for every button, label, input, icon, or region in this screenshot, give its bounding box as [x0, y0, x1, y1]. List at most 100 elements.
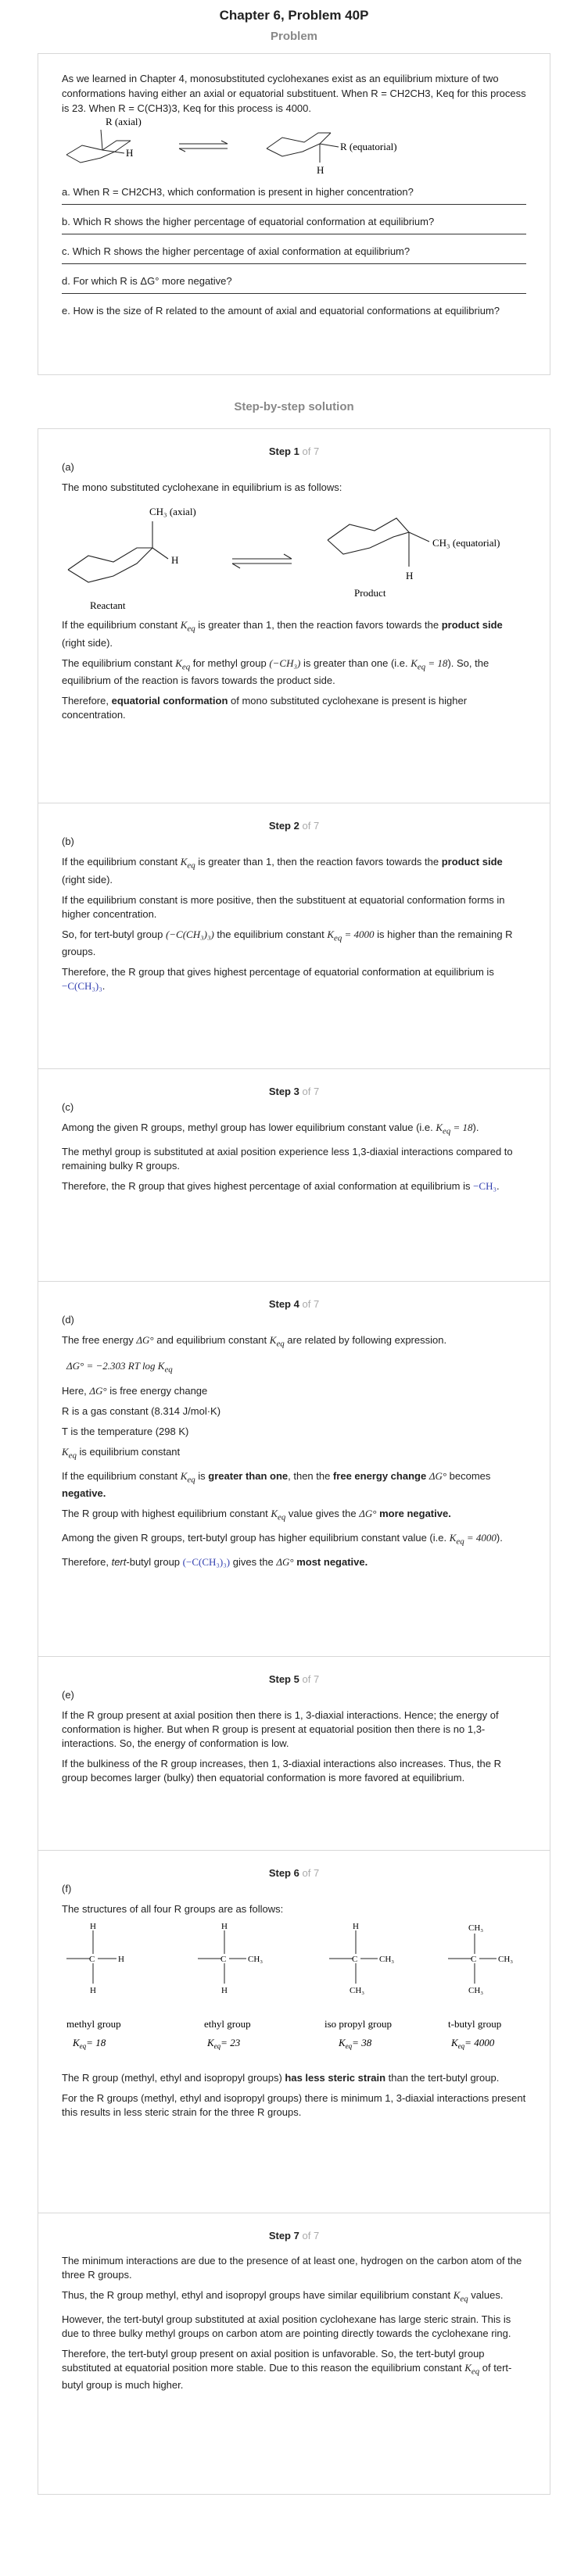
atom-c: C [352, 1955, 357, 1964]
step-text: If the bulkiness of the R group increase… [62, 1758, 501, 1784]
group-name: t-butyl group [448, 2018, 501, 2030]
step-text: The equilibrium constant Keq for methyl … [62, 657, 489, 687]
part-label: (d) [62, 1314, 74, 1326]
divider [62, 204, 526, 205]
step-text: Therefore, the R group that gives highes… [62, 966, 494, 993]
answer-value: −CH₃ [473, 1179, 497, 1192]
step-text: Among the given R groups, tert-butyl gro… [62, 1531, 503, 1547]
problem-intro: As we learned in Chapter 4, monosubstitu… [62, 73, 526, 114]
part-label: (e) [62, 1689, 74, 1701]
answer-value: −C(CH₃)₃ [62, 980, 102, 993]
equilibrium-figure: CH₃ (axial) H Reactant CH₃ (equatorial) … [67, 506, 500, 611]
group-k: Keq= 4000 [450, 2037, 495, 2050]
equation: ΔG° = −2.303 RT log Keq [66, 1359, 173, 1375]
step-2: Step 2 of 7 (b) If the equilibrium const… [38, 803, 550, 1068]
step-header: Step 1 of 7 [268, 445, 320, 457]
step-text: Therefore, tert-butyl group (−C(CH₃)₃) g… [62, 1555, 368, 1568]
fig-r-axial: R (axial) [106, 117, 142, 127]
fig-reactant: Reactant [90, 599, 126, 611]
atom-ch3: CH₃ [379, 1955, 394, 1964]
atom-h: H [221, 1986, 228, 1995]
step-text: Here, ΔG° is free energy change [62, 1385, 208, 1397]
fig-product: Product [354, 587, 386, 599]
group-k: Keq= 38 [338, 2037, 372, 2050]
divider [62, 263, 526, 264]
step-text: Keq is equilibrium constant [62, 1446, 181, 1461]
atom-h: H [221, 1923, 228, 1931]
step-text: If the equilibrium constant Keq is great… [62, 1469, 491, 1500]
fig-ch3-axial: CH₃ (axial) [149, 506, 196, 517]
group-name: ethyl group [204, 2018, 251, 2030]
step-header: Step 3 of 7 [268, 1086, 320, 1097]
fig-h: H [171, 554, 178, 566]
fig-h-left: H [126, 147, 133, 159]
group-name: methyl group [66, 2018, 121, 2030]
step-text: If the R group present at axial position… [62, 1709, 499, 1749]
part-label: (a) [62, 461, 74, 473]
step-5: Step 5 of 7 (e) If the R group present a… [38, 1656, 550, 1850]
step-text: Among the given R groups, methyl group h… [62, 1122, 479, 1136]
step-text: The methyl group is substituted at axial… [62, 1145, 513, 1172]
step-text: The structures of all four R groups are … [62, 1903, 284, 1915]
problem-heading: Problem [270, 30, 317, 43]
solution-card: Step 1 of 7 (a) The mono substituted cyc… [38, 428, 550, 2495]
group-k: Keq= 18 [72, 2037, 106, 2050]
question-a: a. When R = CH2CH3, which conformation i… [62, 186, 414, 198]
atom-ch3: CH₃ [468, 1986, 483, 1995]
step-text: Thus, the R group methyl, ethyl and isop… [62, 2289, 504, 2304]
atom-c: C [89, 1955, 95, 1964]
atom-h: H [118, 1955, 124, 1964]
problem-card: As we learned in Chapter 4, monosubstitu… [38, 53, 550, 375]
step-text: However, the tert-butyl group substitute… [62, 2313, 511, 2339]
atom-h: H [90, 1986, 96, 1995]
atom-h: H [353, 1923, 359, 1931]
step-4: Step 4 of 7 (d) The free energy ΔG° and … [38, 1281, 550, 1656]
question-c: c. Which R shows the higher percentage o… [62, 245, 411, 257]
atom-ch3: CH₃ [350, 1986, 364, 1995]
step-text: For the R groups (methyl, ethyl and isop… [62, 2092, 526, 2118]
atom-ch3: CH₃ [498, 1955, 513, 1964]
solution-heading: Step-by-step solution [234, 400, 354, 413]
question-b: b. Which R shows the higher percentage o… [62, 216, 435, 227]
atom-h: H [90, 1923, 96, 1931]
step-header: Step 2 of 7 [268, 820, 320, 832]
problem-figure: R (axial) H R (equatorial) H [66, 117, 397, 176]
step-text: If the equilibrium constant Keq is great… [62, 619, 503, 649]
step-text: R is a gas constant (8.314 J/mol·K) [62, 1405, 221, 1418]
page-title: Chapter 6, Problem 40P [219, 8, 369, 23]
part-label: (c) [62, 1101, 74, 1113]
fig-ch3-equatorial: CH₃ (equatorial) [432, 537, 500, 549]
step-text: Therefore, the tert-butyl group present … [62, 2347, 512, 2392]
step-text: If the equilibrium constant Keq is great… [62, 856, 503, 886]
r-groups-figure: H C H H H C CH₃ H H C CH₃ CH₃ CH₃ C CH₃ … [66, 1923, 513, 2050]
atom-ch3: CH₃ [468, 1923, 483, 1933]
step-text: T is the temperature (298 K) [62, 1426, 189, 1438]
step-text: The R group (methyl, ethyl and isopropyl… [62, 2072, 500, 2084]
step-text: The R group with highest equilibrium con… [62, 1508, 451, 1522]
step-header: Step 6 of 7 [268, 1867, 320, 1879]
atom-ch3: CH₃ [248, 1955, 263, 1964]
step-text: Therefore, the R group that gives highes… [62, 1179, 500, 1192]
question-e: e. How is the size of R related to the a… [62, 305, 500, 317]
part-label: (b) [62, 835, 74, 847]
step-text: The free energy ΔG° and equilibrium cons… [62, 1334, 447, 1349]
page: Chapter 6, Problem 40P Problem As we lea… [0, 0, 588, 2495]
chair-right [266, 132, 331, 149]
part-label: (f) [62, 1883, 72, 1894]
step-text: So, for tert-butyl group (−C(CH₃)₃) the … [62, 928, 513, 958]
atom-c: C [220, 1955, 226, 1964]
question-d: d. For which R is ΔG° more negative? [62, 275, 232, 287]
step-1: Step 1 of 7 (a) The mono substituted cyc… [38, 429, 550, 803]
step-text: The minimum interactions are due to the … [62, 2255, 522, 2281]
divider [62, 293, 526, 294]
step-header: Step 4 of 7 [268, 1298, 320, 1310]
step-header: Step 5 of 7 [268, 1673, 320, 1685]
fig-h-right: H [317, 164, 324, 176]
step-text: Therefore, equatorial conformation of mo… [62, 695, 468, 721]
step-header: Step 7 of 7 [268, 2230, 320, 2241]
atom-c: C [471, 1955, 476, 1964]
step-text: The mono substituted cyclohexane in equi… [62, 481, 342, 493]
step-7: Step 7 of 7 The minimum interactions are… [38, 2213, 550, 2494]
group-k: Keq= 23 [206, 2037, 241, 2050]
step-6: Step 6 of 7 (f) The structures of all fo… [38, 1850, 550, 2213]
